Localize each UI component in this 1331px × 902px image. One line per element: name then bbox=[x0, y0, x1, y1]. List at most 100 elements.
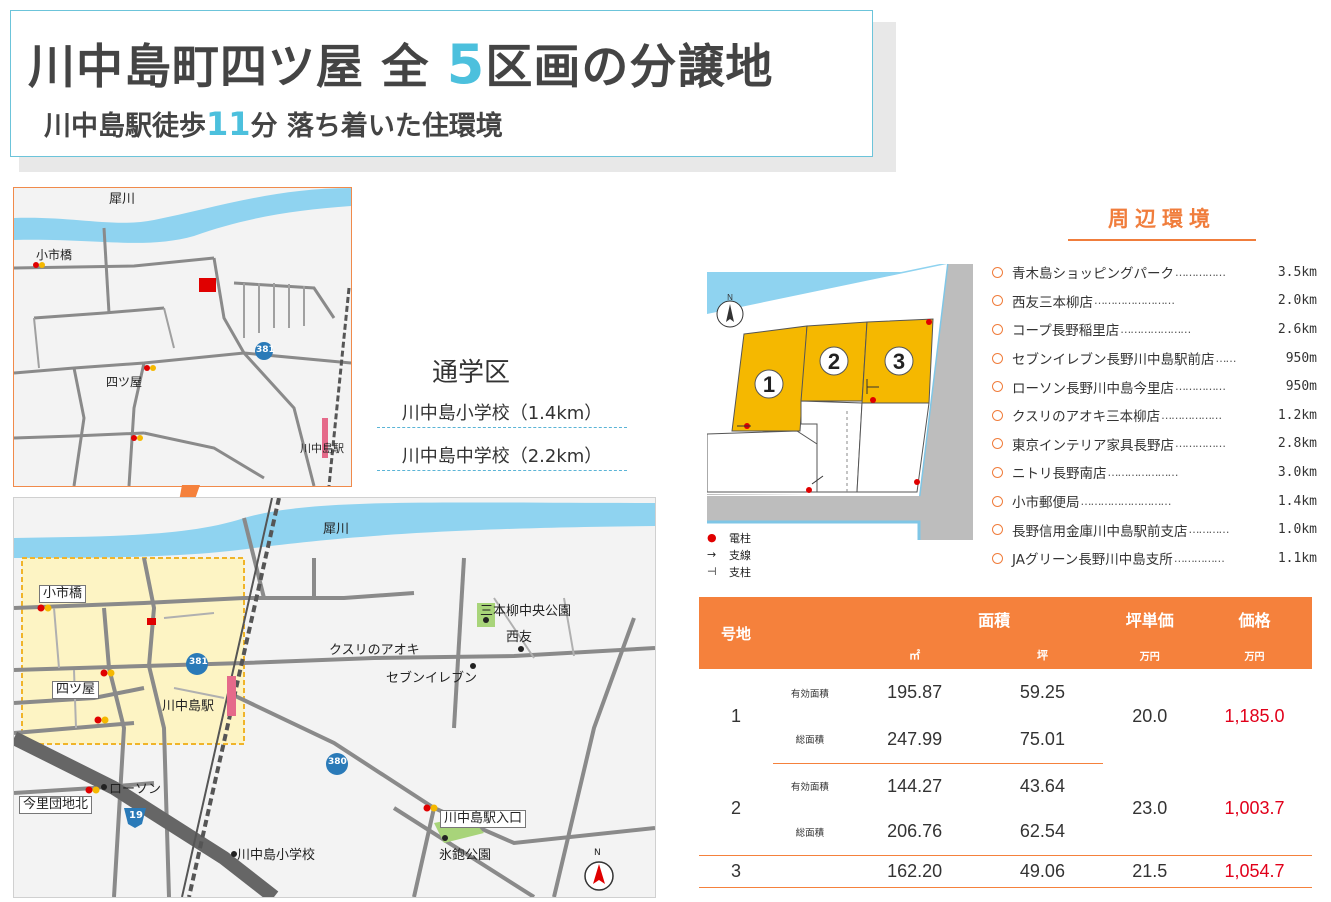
total-area-label: 総面積 bbox=[772, 809, 847, 856]
lot-number: 2 bbox=[699, 763, 773, 856]
effective-tsubo: 59.25 bbox=[1019, 682, 1065, 702]
elementary-school: 川中島小学校（1.4km） bbox=[377, 397, 627, 428]
yotsuya-label: 四ツ屋 bbox=[106, 375, 143, 389]
facility-distance: 1.0km bbox=[1277, 522, 1317, 538]
legend-label: 支柱 bbox=[729, 565, 751, 579]
lawson-label: ローソン bbox=[109, 782, 162, 797]
leader-dots: ……………………… bbox=[1080, 494, 1172, 508]
surroundings-item: クスリのアオキ三本柳店……………… 1.2km bbox=[992, 401, 1317, 430]
facility-distance: 2.6km bbox=[1277, 321, 1317, 337]
bullet-circle-icon bbox=[992, 352, 1003, 364]
tsubo: 49.06 bbox=[982, 855, 1103, 888]
surroundings-item: JAグリーン長野川中島支所…………… 1.1km bbox=[992, 544, 1317, 573]
leader-dots: ………………… bbox=[1120, 322, 1191, 336]
surroundings-item: コープ長野稲里店………………… 2.6km bbox=[992, 315, 1317, 344]
river-label: 犀川 bbox=[109, 192, 136, 207]
plot-legend: ● 電柱 → 支線 ⊣ 支柱 bbox=[707, 529, 751, 580]
route-381-label: 381 bbox=[256, 345, 275, 355]
park-label: 三本柳中央公園 bbox=[480, 604, 572, 619]
lot-1-label: 1 bbox=[763, 372, 775, 397]
lot-2-label: 2 bbox=[828, 349, 840, 374]
surroundings-title: 周辺環境 bbox=[1068, 203, 1256, 241]
north-label: N bbox=[594, 848, 601, 858]
facility-distance: 3.0km bbox=[1277, 464, 1317, 480]
surroundings-list: 青木島ショッピングパーク…………… 3.5km 西友三本柳店…………………… 2.0k… bbox=[992, 258, 1317, 573]
bullet-circle-icon bbox=[992, 409, 1003, 421]
title-text-2: 区画の分譲地 bbox=[485, 40, 774, 95]
facility-distance: 2.0km bbox=[1277, 293, 1317, 309]
bullet-circle-icon bbox=[992, 552, 1003, 564]
seiyu-label: 西友 bbox=[506, 630, 533, 645]
route-19-label: 19 bbox=[129, 810, 143, 821]
river-label: 犀川 bbox=[323, 522, 350, 537]
surroundings-item: ローソン長野川中島今里店…………… 950m bbox=[992, 372, 1317, 401]
area-map-detail: 犀川 小市橋 四ツ屋 川中島駅 381 bbox=[13, 187, 352, 487]
effective-area-label: 有効面積 bbox=[790, 782, 829, 794]
header-price: 価格 bbox=[1196, 597, 1312, 641]
table-row: 2 有効面積 144.27 43.64 23.0 1,003.7 bbox=[699, 763, 1312, 856]
lot-3-label: 3 bbox=[893, 349, 905, 374]
leader-dots: …………… bbox=[1175, 437, 1226, 451]
school-district-title: 通学区 bbox=[432, 358, 511, 388]
facility-name: 小市郵便局 bbox=[1012, 495, 1080, 512]
kobashi-label: 小市橋 bbox=[39, 585, 87, 603]
header-lot: 号地 bbox=[699, 597, 773, 669]
area-map-overview: 犀川 小市橋 四ツ屋 川中島駅 381 380 19 クスリのアオキ 三本柳中央… bbox=[13, 497, 656, 898]
total-tsubo: 62.54 bbox=[982, 809, 1103, 856]
page-subtitle: 川中島駅徒歩11分 落ち着いた住環境 bbox=[44, 104, 503, 143]
bullet-circle-icon bbox=[992, 381, 1003, 393]
facility-name: 西友三本柳店 bbox=[1012, 294, 1093, 311]
surroundings-item: ニトリ長野南店………………… 3.0km bbox=[992, 458, 1317, 487]
bullet-circle-icon bbox=[992, 466, 1003, 478]
surroundings-item: 東京インテリア家具長野店…………… 2.8km bbox=[992, 430, 1317, 459]
facility-distance: 3.5km bbox=[1277, 264, 1317, 280]
park-label-2: 氷鉋公園 bbox=[439, 848, 492, 863]
facility-name: JAグリーン長野川中島支所 bbox=[1012, 552, 1173, 569]
facility-distance: 950m bbox=[1285, 350, 1317, 366]
facility-distance: 950m bbox=[1285, 379, 1317, 395]
bullet-circle-icon bbox=[992, 295, 1003, 307]
route-380-label: 380 bbox=[328, 757, 347, 767]
facility-distance: 1.1km bbox=[1277, 550, 1317, 566]
table-row: 3 162.20 49.06 21.5 1,054.7 bbox=[699, 855, 1312, 888]
leader-dots: …………… bbox=[1175, 380, 1226, 394]
yotsuya-label: 四ツ屋 bbox=[52, 681, 100, 699]
total-sqm: 206.76 bbox=[846, 809, 983, 856]
subtitle-text: 川中島駅徒歩 bbox=[44, 111, 206, 142]
price: 1,054.7 bbox=[1196, 855, 1312, 888]
leader-dots: …… bbox=[1215, 351, 1237, 365]
facility-name: クスリのアオキ三本柳店 bbox=[1012, 409, 1161, 426]
lot-layout-diagram: 1 2 3 N bbox=[707, 264, 973, 540]
price: 1,003.7 bbox=[1196, 763, 1312, 856]
header-price-unit: 万円 bbox=[1196, 641, 1312, 669]
total-area-label: 総面積 bbox=[772, 716, 847, 764]
facility-distance: 2.8km bbox=[1277, 436, 1317, 452]
title-text: 川中島町四ツ屋 全 bbox=[28, 40, 430, 95]
facility-distance: 1.4km bbox=[1277, 493, 1317, 509]
facility-name: ローソン長野川中島今里店 bbox=[1012, 380, 1174, 397]
facility-name: 長野信用金庫川中島駅前支店 bbox=[1012, 523, 1188, 540]
kusuri-label: クスリのアオキ bbox=[329, 643, 420, 658]
facility-name: 青木島ショッピングパーク bbox=[1012, 266, 1174, 283]
support-post-icon: ⊣ bbox=[707, 565, 717, 578]
lot-number: 3 bbox=[699, 855, 773, 888]
legend-item: ⊣ 支柱 bbox=[707, 563, 751, 580]
surroundings-item: 西友三本柳店…………………… 2.0km bbox=[992, 287, 1317, 316]
lot-number: 1 bbox=[730, 705, 741, 726]
leader-dots: ……………… bbox=[1161, 408, 1222, 422]
seven-eleven-label: セブンイレブン bbox=[386, 671, 478, 686]
junior-high-school: 川中島中学校（2.2km） bbox=[377, 440, 627, 471]
header-tsubo: 坪 bbox=[982, 641, 1103, 669]
bullet-circle-icon bbox=[992, 266, 1003, 278]
bullet-circle-icon bbox=[992, 438, 1003, 450]
station-label: 川中島駅 bbox=[300, 442, 344, 455]
page-title: 川中島町四ツ屋 全 5区画の分譲地 bbox=[28, 28, 773, 97]
facility-name: 東京インテリア家具長野店 bbox=[1012, 437, 1174, 454]
leader-dots: ………… bbox=[1188, 523, 1230, 537]
bullet-circle-icon bbox=[992, 524, 1003, 536]
price-table: 号地 面積 坪単価 価格 ㎡ 坪 万円 万円 1 有効面積 195.87 59.… bbox=[699, 597, 1312, 888]
total-tsubo: 75.01 bbox=[982, 716, 1103, 764]
table-row: 1 有効面積 195.87 59.25 20.0 1,185.0 bbox=[699, 669, 1312, 726]
legend-label: 支線 bbox=[729, 548, 751, 562]
header-unit-price: 坪単価 bbox=[1102, 597, 1197, 641]
